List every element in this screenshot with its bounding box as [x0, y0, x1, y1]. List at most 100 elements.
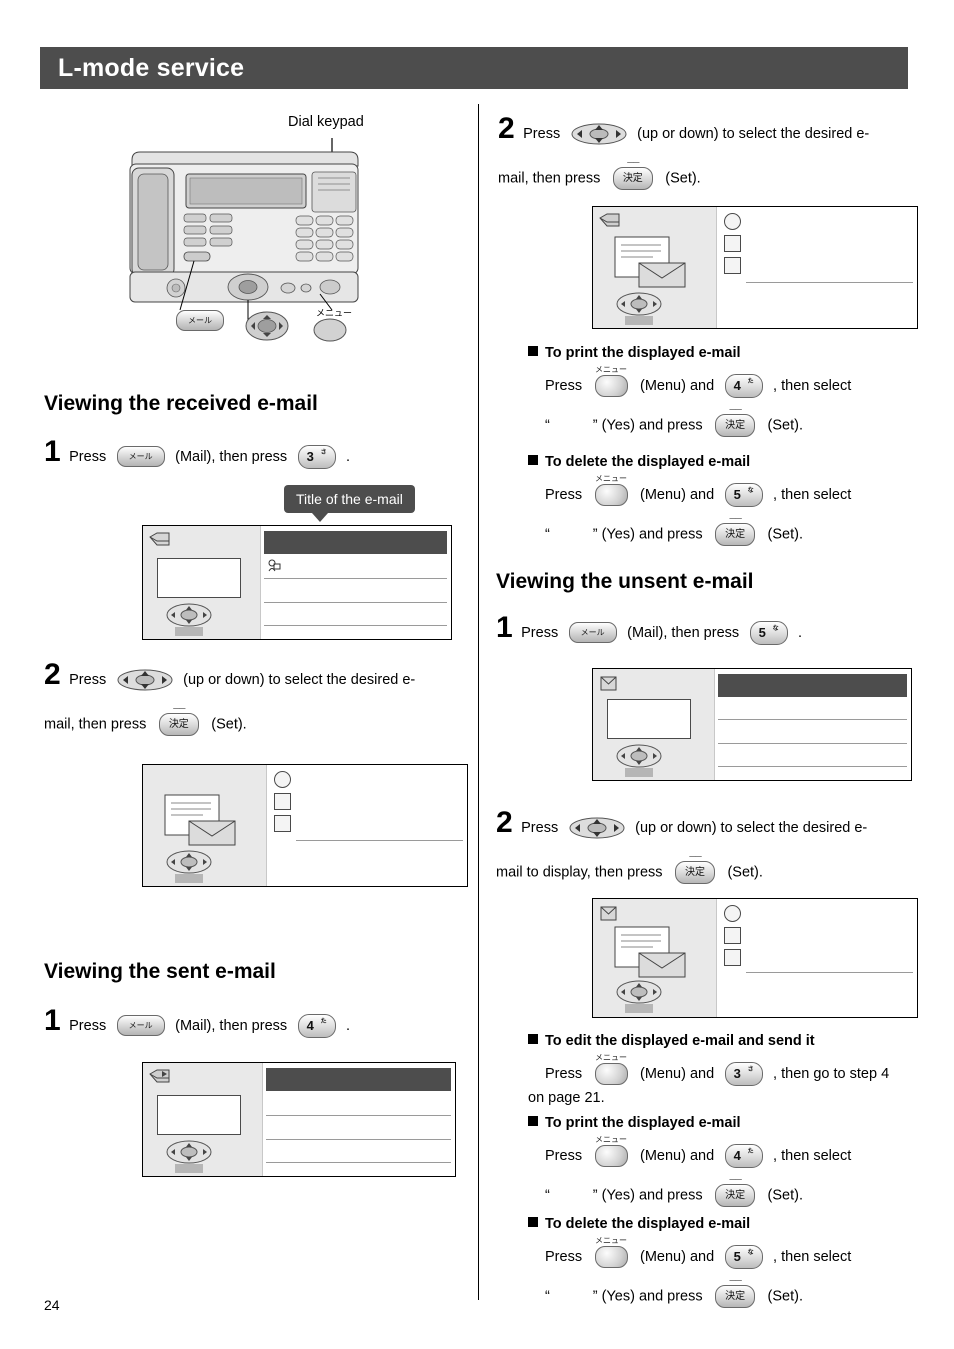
lcd-navpad-icon — [616, 292, 662, 316]
page-header: L-mode service — [40, 47, 908, 89]
set-key-glyph[interactable]: 一一 決定 — [715, 516, 756, 546]
envelope-person-icon — [268, 559, 281, 572]
step-text-press: Press — [69, 672, 107, 688]
menu-key-glyph[interactable]: メニュー — [594, 1135, 628, 1167]
unsent-step-1: 1 Press メール (Mail), then press 5 な . — [496, 613, 926, 645]
bullet-square — [528, 346, 538, 356]
sent-delete-block: To delete the displayed e-mail Press メニュ… — [528, 453, 928, 546]
lcd-right-pane — [716, 207, 917, 328]
figure-menu-key — [313, 318, 347, 342]
number-key-5[interactable]: 5 な — [724, 1245, 763, 1269]
set-key-glyph[interactable]: 一一 決定 — [158, 706, 199, 736]
lcd-softkey — [175, 1164, 203, 1173]
lcd-divider — [717, 719, 907, 720]
lcd-softkey — [175, 874, 203, 883]
text-set-paren: (Set). — [767, 526, 803, 543]
email-document-illustration — [164, 794, 236, 846]
number-key-4[interactable]: 4 た — [297, 1013, 336, 1038]
number-key-5[interactable]: 5 な — [724, 483, 763, 507]
step-text-period: . — [346, 1018, 351, 1034]
menu-key-glyph[interactable]: メニュー — [594, 1236, 628, 1268]
text-then-select: , then select — [773, 1249, 852, 1266]
text-menu-and: (Menu) and — [639, 1066, 715, 1083]
mail-key-glyph[interactable]: メール — [116, 1015, 165, 1037]
mail-key-glyph[interactable]: メール — [116, 446, 165, 468]
unsent-folder-icon — [599, 905, 621, 923]
step-text-set-paren: (Set). — [665, 170, 701, 187]
text-press: Press — [545, 378, 583, 395]
number-key-3[interactable]: 3 さ — [724, 1062, 763, 1086]
step-text-mail-paren: (Mail), then press — [627, 625, 740, 641]
nav-key-glyph[interactable] — [571, 123, 627, 145]
text-quote-close: ” (Yes) and press — [592, 526, 703, 543]
mail-key-glyph: メール — [176, 310, 224, 331]
menu-key-glyph[interactable]: メニュー — [594, 1053, 628, 1085]
heading-received-email: Viewing the received e-mail — [44, 392, 318, 415]
text-set-paren: (Set). — [767, 1187, 803, 1204]
lcd-right-pane — [266, 765, 467, 886]
number-key-5[interactable]: 5 な — [749, 620, 788, 645]
lcd-softkey — [625, 1004, 653, 1013]
clock-icon — [724, 213, 742, 230]
lcd-right-pane — [262, 1063, 455, 1176]
step-number: 2 — [496, 806, 513, 839]
text-quote-close: ” (Yes) and press — [592, 1187, 703, 1204]
step-text-period: . — [346, 449, 351, 465]
menu-key-glyph[interactable]: メニュー — [594, 474, 628, 506]
text-then-select: , then select — [773, 378, 852, 395]
set-key-glyph[interactable]: 一一 決定 — [715, 1177, 756, 1207]
dial-keypad-label: Dial keypad — [288, 114, 364, 130]
set-key-glyph[interactable]: 一一 決定 — [612, 160, 653, 190]
email-document-illustration — [614, 926, 686, 978]
step-text-updown: (up or down) to select the desired e- — [637, 126, 870, 142]
text-menu-and: (Menu) and — [639, 487, 715, 504]
nav-key-glyph[interactable] — [569, 817, 625, 839]
step-text-updown: (up or down) to select the desired e- — [183, 672, 416, 688]
text-menu-and: (Menu) and — [639, 1148, 715, 1165]
lcd-divider — [264, 578, 447, 579]
text-set-paren: (Set). — [767, 1288, 803, 1305]
step-number: 2 — [44, 658, 61, 691]
lcd-softkey — [625, 316, 653, 325]
lcd-divider — [265, 1162, 451, 1163]
lcd-unsent-mail-view — [592, 898, 918, 1018]
step-number: 1 — [44, 1004, 61, 1037]
lcd-divider — [265, 1115, 451, 1116]
mail-key-glyph[interactable]: メール — [568, 622, 617, 644]
set-key-glyph[interactable]: 一一 決定 — [675, 854, 716, 884]
page-number: 24 — [44, 1297, 60, 1313]
page: L-mode service Dial keypad メール メニュー View… — [0, 0, 954, 1349]
lcd-softkey — [175, 627, 203, 636]
step-text-press: Press — [521, 820, 559, 836]
lcd-divider — [717, 743, 907, 744]
set-key-glyph[interactable]: 一一 決定 — [715, 1278, 756, 1308]
step-text-updown: (up or down) to select the desired e- — [635, 820, 868, 836]
subhead-print: To print the displayed e-mail — [545, 1115, 741, 1131]
lcd-preview-box — [157, 1095, 241, 1135]
number-key-4[interactable]: 4 た — [724, 1144, 763, 1168]
lcd-sent-mail-view — [592, 206, 918, 329]
figure-mail-key: メール — [176, 310, 224, 331]
step-text-press: Press — [69, 1018, 107, 1034]
step-text-press: Press — [521, 625, 559, 641]
subhead-print: To print the displayed e-mail — [545, 345, 741, 361]
nav-key-glyph[interactable] — [117, 669, 173, 691]
lcd-received-mail-view — [142, 764, 468, 887]
number-key-4[interactable]: 4 た — [724, 374, 763, 398]
received-step-2-continued: 2 Press (up or down) to select the desir… — [498, 114, 938, 190]
menu-key-glyph[interactable]: メニュー — [594, 365, 628, 397]
received-step-1: 1 Press メール (Mail), then press 3 さ . — [44, 437, 464, 469]
lcd-sent-list — [142, 1062, 456, 1177]
lcd-received-list — [142, 525, 452, 640]
set-key-glyph[interactable]: 一一 決定 — [715, 407, 756, 437]
step-text-line2: mail, then press — [498, 170, 601, 187]
lcd-divider — [264, 625, 447, 626]
number-key-3[interactable]: 3 さ — [297, 444, 336, 469]
lcd-preview-box — [607, 699, 691, 739]
lcd-navpad-icon — [616, 744, 662, 768]
keyboard-icon — [724, 949, 742, 966]
sent-folder-icon — [149, 1069, 171, 1087]
step-text-set-paren: (Set). — [727, 864, 763, 881]
sent-print-block: To print the displayed e-mail Press メニュー… — [528, 344, 928, 437]
document-icon — [724, 927, 742, 944]
